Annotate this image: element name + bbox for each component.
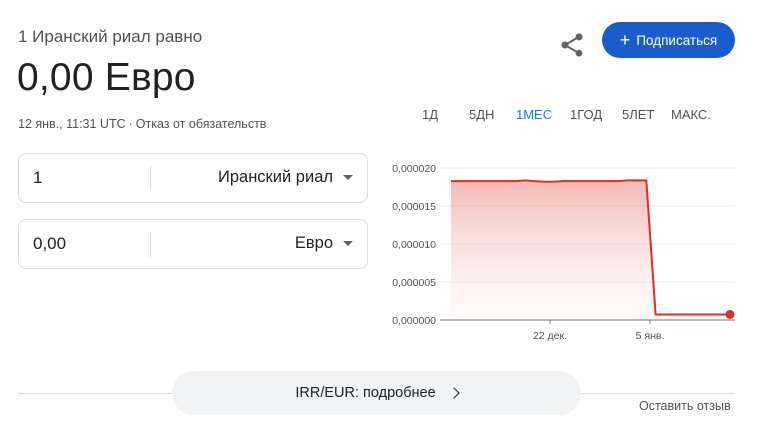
y-tick-label: 0,000020: [392, 163, 436, 175]
details-label: IRR/EUR: подробнее: [295, 385, 436, 401]
tab-5d[interactable]: 5ДН: [469, 107, 494, 122]
converted-value: 0,00 Евро: [17, 56, 196, 99]
y-tick-label: 0,000010: [392, 239, 436, 251]
dropdown-arrow-icon: [343, 241, 353, 246]
tab-5y[interactable]: 5ЛЕТ: [622, 107, 654, 122]
x-tick-label: 5 янв.: [636, 330, 665, 342]
y-tick-label: 0,000015: [392, 201, 436, 213]
rate-chart-svg: 0,000020 0,000015 0,000010 0,000005 0,000000…: [392, 163, 735, 342]
from-currency-box: Иранский риал: [18, 153, 368, 203]
tab-1d[interactable]: 1Д: [422, 107, 438, 122]
series-area: [451, 180, 730, 320]
tab-1m[interactable]: 1МЕС: [516, 107, 552, 122]
x-tick-label: 22 дек.: [533, 330, 567, 342]
subscribe-label: Подписаться: [636, 32, 718, 48]
chevron-right-icon: [447, 387, 460, 399]
disclaimer-link[interactable]: Отказ от обязательств: [136, 117, 267, 131]
timestamp: 12 янв., 11:31 UTC: [18, 117, 126, 131]
to-amount-input[interactable]: [33, 234, 143, 254]
separator: ·: [128, 117, 133, 131]
rate-chart: 0,000020 0,000015 0,000010 0,000005 0,000000…: [378, 150, 743, 350]
to-currency-select[interactable]: Евро: [295, 234, 353, 253]
y-tick-label: 0,000005: [392, 277, 436, 289]
divider: [150, 166, 151, 191]
last-point-marker: [725, 309, 735, 319]
from-currency-label: Иранский риал: [217, 168, 333, 186]
y-tick-label: 0,000000: [392, 315, 436, 327]
tab-1y[interactable]: 1ГОД: [570, 107, 602, 122]
dropdown-arrow-icon: [343, 175, 353, 180]
to-currency-box: Евро: [18, 219, 368, 269]
details-button[interactable]: IRR/EUR: подробнее: [172, 371, 581, 415]
header-subtitle: 1 Иранский риал равно: [18, 27, 203, 46]
divider: [150, 232, 151, 257]
share-icon[interactable]: [558, 31, 586, 59]
from-amount-input[interactable]: [33, 168, 143, 188]
tab-max[interactable]: МАКС.: [671, 107, 711, 122]
to-currency-label: Евро: [294, 234, 333, 252]
subscribe-button[interactable]: + Подписаться: [602, 22, 735, 58]
feedback-link[interactable]: Оставить отзыв: [639, 399, 731, 413]
from-currency-select[interactable]: Иранский риал: [218, 168, 353, 187]
timestamp-line: 12 янв., 11:31 UTC · Отказ от обязательств: [18, 117, 266, 131]
plus-icon: +: [619, 30, 631, 50]
